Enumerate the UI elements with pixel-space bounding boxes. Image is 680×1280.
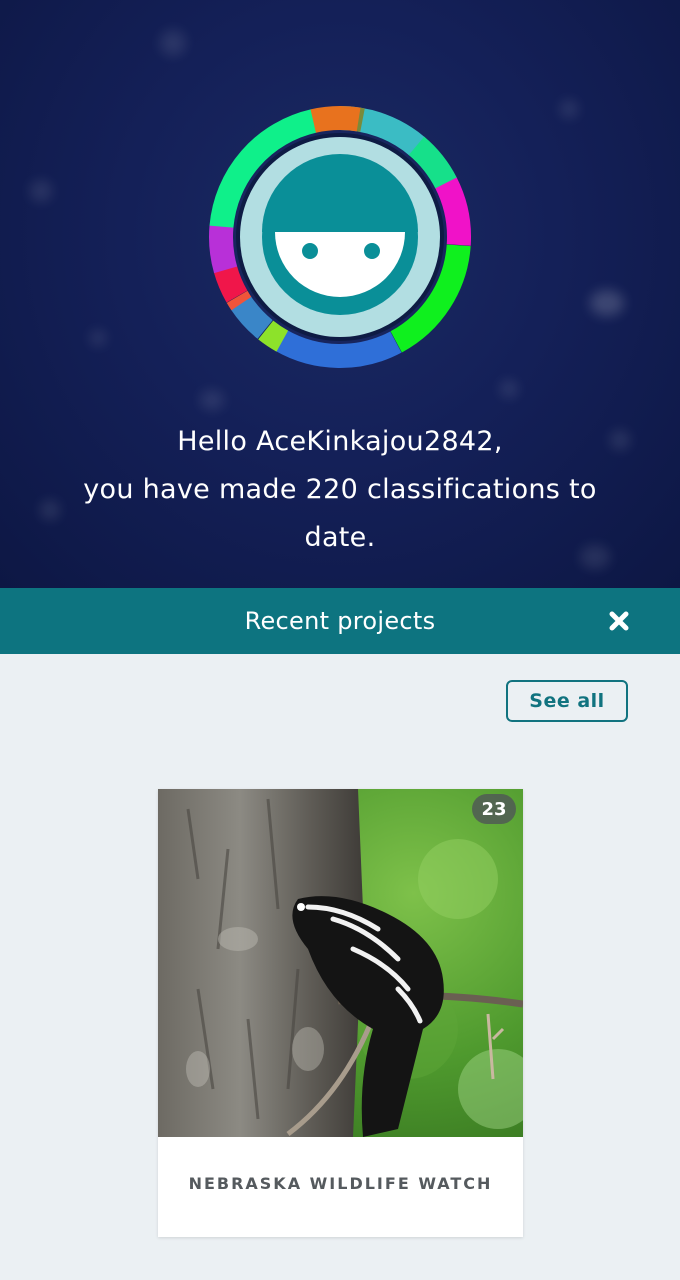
recent-projects-bar: Recent projects: [0, 588, 680, 654]
classification-count-badge: 23: [472, 794, 516, 824]
greeting-line-1: Hello AceKinkajou2842,: [177, 426, 503, 457]
profile-hero: Hello AceKinkajou2842, you have made 220…: [0, 0, 680, 588]
close-icon: [609, 611, 629, 631]
greeting-line-3: date.: [304, 522, 376, 553]
avatar-face-icon: [262, 154, 418, 315]
classification-ring-avatar: [207, 104, 473, 370]
project-card[interactable]: 23 NEBRASKA WILDLIFE WATCH: [158, 789, 523, 1237]
close-button[interactable]: [600, 602, 638, 640]
project-title: NEBRASKA WILDLIFE WATCH: [188, 1174, 493, 1193]
skunk-photo: [158, 789, 523, 1137]
project-image: 23: [158, 789, 523, 1137]
greeting-text: Hello AceKinkajou2842, you have made 220…: [40, 418, 640, 562]
see-all-button[interactable]: See all: [506, 680, 628, 722]
project-ring-chart: [208, 105, 471, 368]
recent-projects-title: Recent projects: [244, 607, 436, 635]
greeting-line-2: you have made 220 classifications to: [83, 474, 597, 505]
